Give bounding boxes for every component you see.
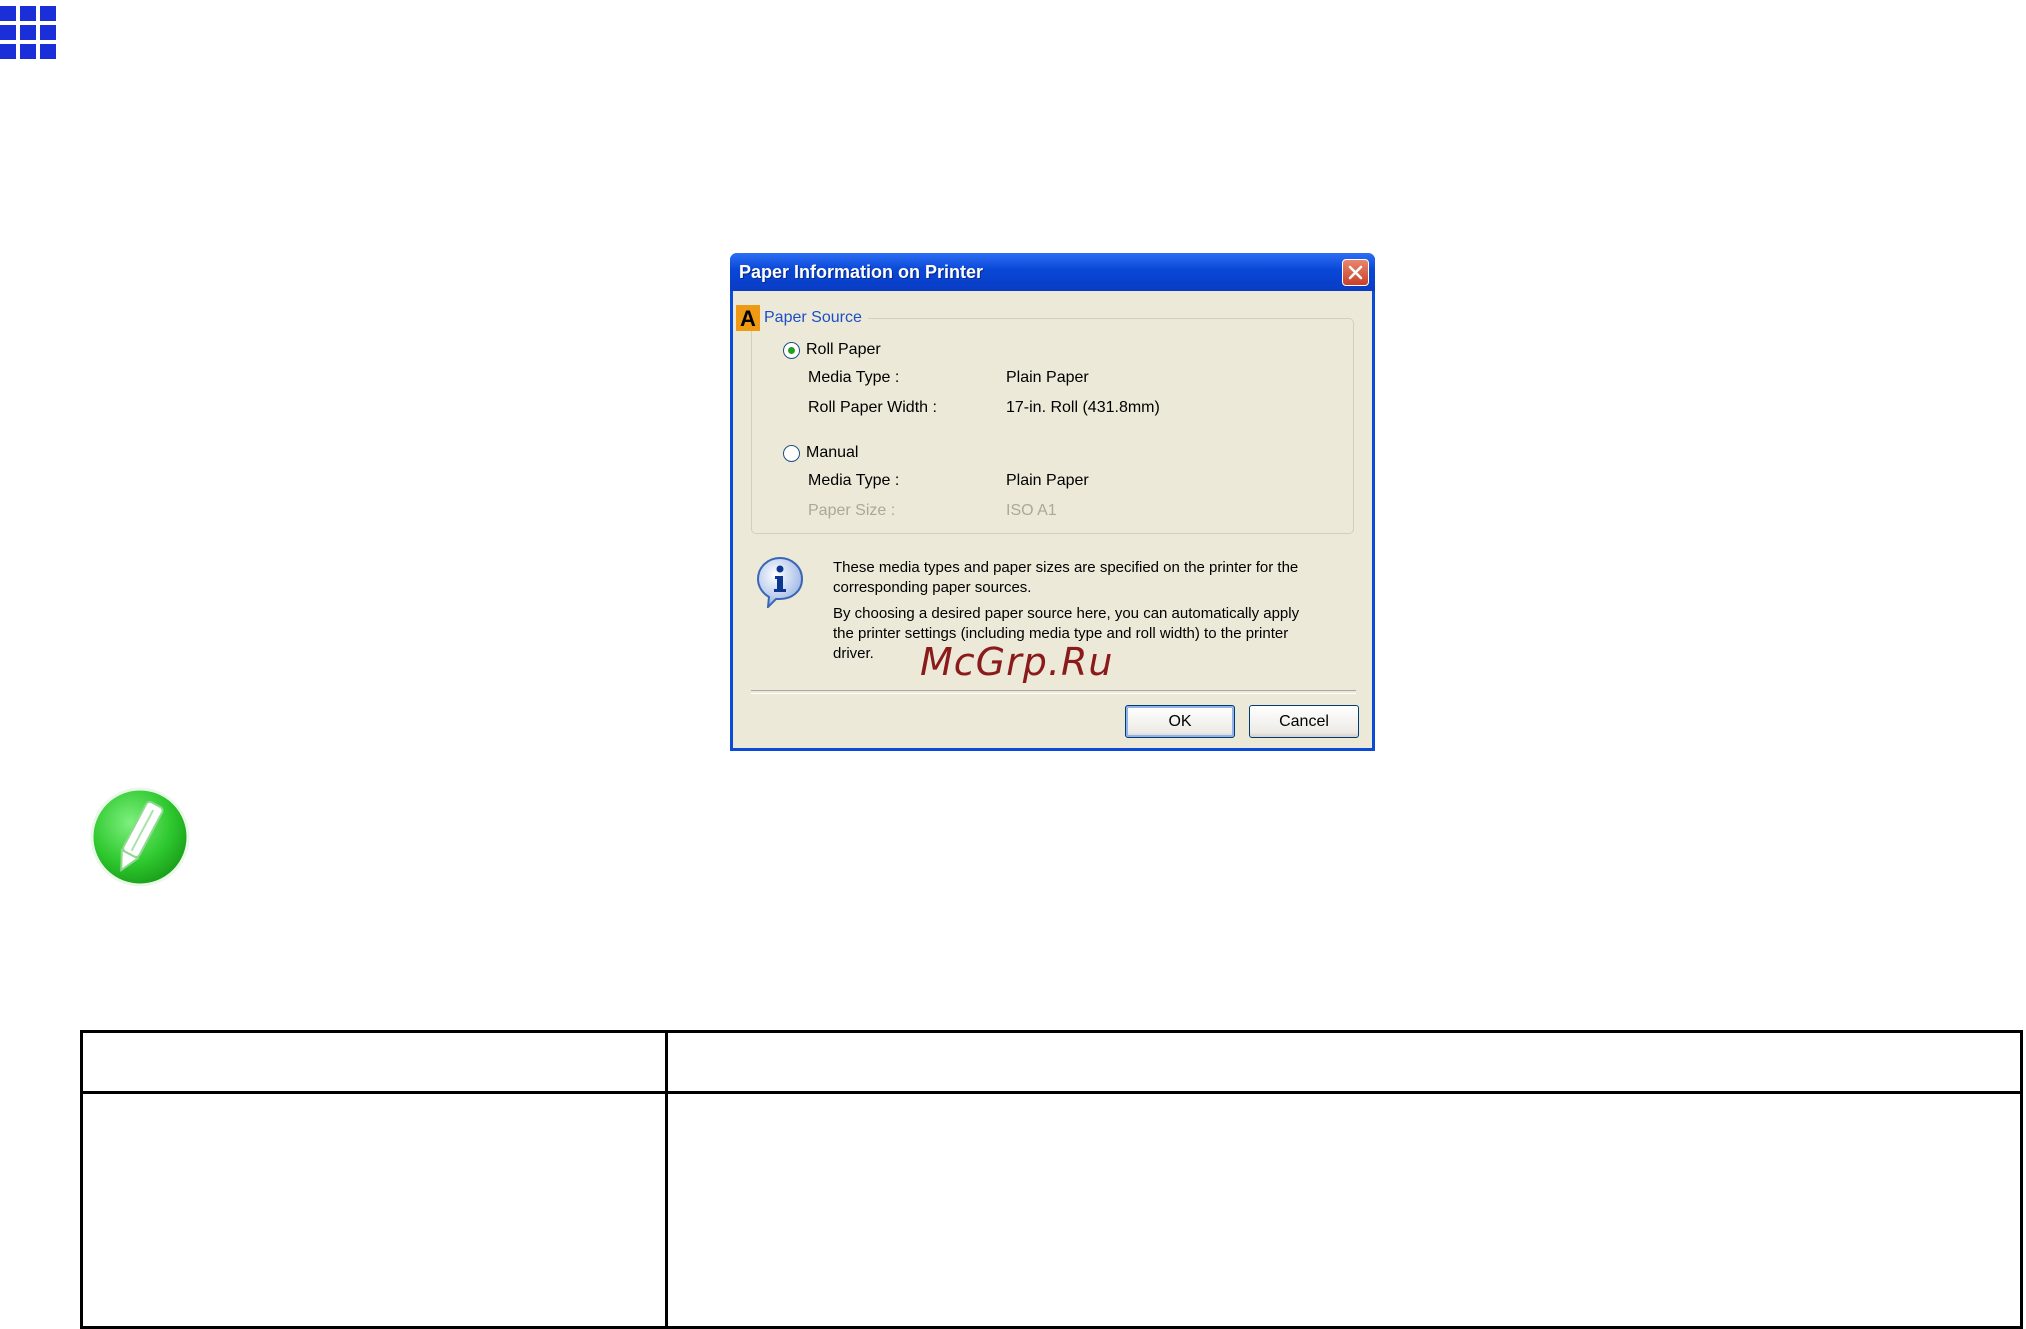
- roll-media-type-label: Media Type :: [808, 369, 900, 386]
- info-icon: [756, 556, 804, 608]
- roll-paper-label: Roll Paper: [806, 341, 881, 358]
- roll-width-label: Roll Paper Width :: [808, 399, 937, 416]
- info-text-line-1: These media types and paper sizes are sp…: [833, 559, 1299, 576]
- info-table: [80, 1030, 2023, 1329]
- roll-paper-option[interactable]: Roll Paper: [783, 341, 881, 359]
- table-cell-1: [80, 1091, 668, 1329]
- manual-label: Manual: [806, 444, 859, 461]
- info-text-line-2: corresponding paper sources.: [833, 579, 1032, 596]
- dialog-separator: [751, 690, 1356, 694]
- watermark: McGrp.Ru: [920, 640, 1114, 684]
- roll-paper-radio[interactable]: [783, 341, 800, 359]
- table-header-row: [80, 1030, 2023, 1094]
- roll-media-type-value: Plain Paper: [1006, 369, 1089, 386]
- table-row: [80, 1091, 2023, 1329]
- manual-media-type-value: Plain Paper: [1006, 472, 1089, 489]
- manual-option[interactable]: Manual: [783, 444, 858, 462]
- cancel-button[interactable]: Cancel: [1249, 705, 1359, 738]
- ok-button[interactable]: OK: [1125, 705, 1235, 738]
- info-text-line-3: By choosing a desired paper source here,…: [833, 605, 1300, 622]
- group-label: Paper Source: [764, 309, 862, 326]
- manual-media-type-label: Media Type :: [808, 472, 900, 489]
- table-header-cell-1: [80, 1030, 668, 1094]
- callout-marker: A: [736, 305, 760, 331]
- dialog-title: Paper Information on Printer: [739, 262, 984, 282]
- manual-radio[interactable]: [783, 444, 800, 462]
- note-pencil-icon: [90, 787, 190, 887]
- table-header-cell-2: [665, 1030, 2023, 1094]
- paper-source-legend: A Paper Source: [733, 305, 868, 331]
- roll-width-value: 17-in. Roll (431.8mm): [1006, 399, 1160, 416]
- grid-menu-icon: [0, 6, 60, 66]
- dialog-title-bar[interactable]: Paper Information on Printer: [730, 253, 1375, 291]
- paper-size-value: ISO A1: [1006, 502, 1057, 519]
- paper-size-label: Paper Size :: [808, 502, 896, 519]
- table-cell-2: [665, 1091, 2023, 1329]
- close-button[interactable]: [1342, 259, 1369, 286]
- close-icon: [1348, 265, 1363, 280]
